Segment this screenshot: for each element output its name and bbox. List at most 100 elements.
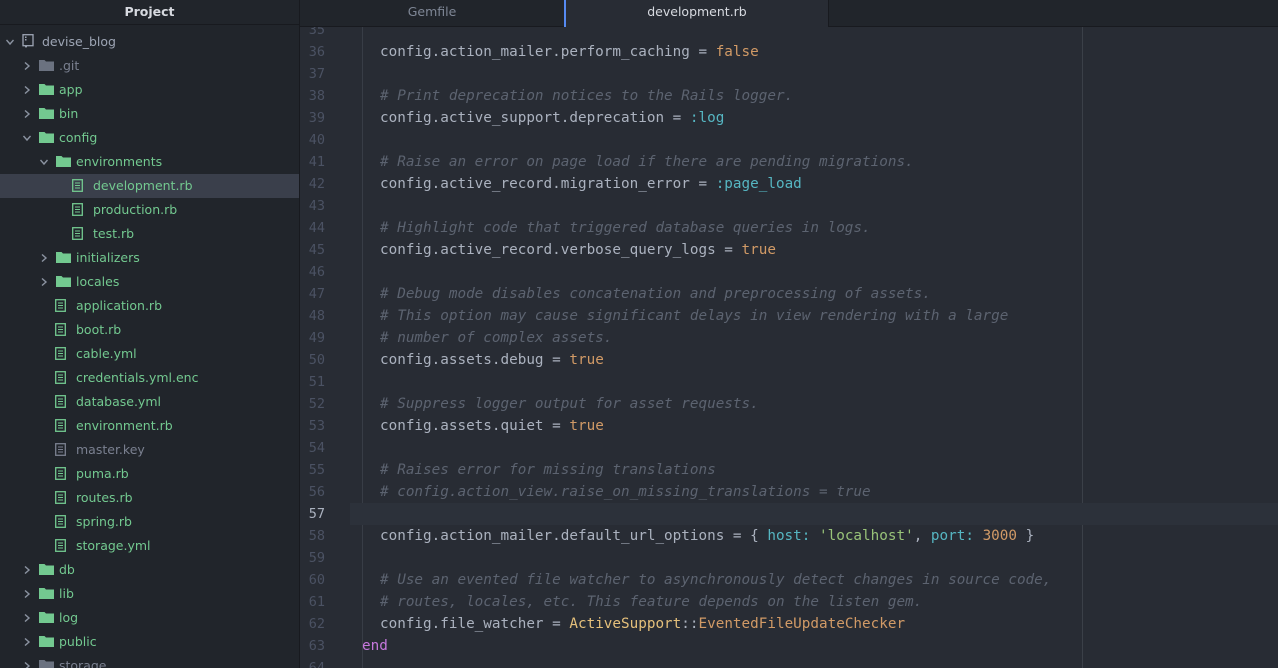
file-icon [55,438,66,462]
tree-item-label: environment.rb [76,418,173,433]
code-line[interactable]: config.active_record.migration_error = :… [380,173,802,195]
chevron-right-icon[interactable] [22,606,32,630]
tree-item-label: test.rb [93,226,135,241]
tree-file-development-rb[interactable]: development.rb [0,174,299,198]
code-line[interactable]: config.action_mailer.perform_caching = f… [380,41,759,63]
tree-file-master-key[interactable]: master.key [0,438,299,462]
tree-folder-lib[interactable]: lib [0,582,299,606]
folder-icon [39,558,54,582]
line-number: 54 [308,440,325,456]
code-line[interactable]: config.file_watcher = ActiveSupport::Eve… [380,613,905,635]
code-line[interactable]: config.action_mailer.default_url_options… [380,525,1034,547]
tree-file-test-rb[interactable]: test.rb [0,222,299,246]
chevron-right-icon[interactable] [22,78,32,102]
tree-folder-public[interactable]: public [0,630,299,654]
code-token: true [569,418,604,434]
code-token: true [741,242,776,258]
tree-file-routes-rb[interactable]: routes.rb [0,486,299,510]
tree-file-credentials-yml-enc[interactable]: credentials.yml.enc [0,366,299,390]
chevron-down-icon[interactable] [22,126,32,150]
tab-bar: Gemfile development.rb [300,0,1278,27]
code-line[interactable]: # Use an evented file watcher to asynchr… [380,569,1051,591]
tree-folder-app[interactable]: app [0,78,299,102]
line-number: 52 [308,396,325,412]
tree-folder-locales[interactable]: locales [0,270,299,294]
code-line[interactable]: # config.action_view.raise_on_missing_tr… [380,481,871,503]
tree-file-spring-rb[interactable]: spring.rb [0,510,299,534]
tab-development-rb[interactable]: development.rb [564,0,829,27]
code-line[interactable]: config.assets.quiet = true [380,415,604,437]
tree-item-label: public [59,634,97,649]
tree-file-storage-yml[interactable]: storage.yml [0,534,299,558]
file-icon [55,414,66,438]
tree-folder-log[interactable]: log [0,606,299,630]
tree-folder-bin[interactable]: bin [0,102,299,126]
tree-folder-db[interactable]: db [0,558,299,582]
code-line[interactable]: # number of complex assets. [380,327,612,349]
code-editor[interactable]: 35 36 config.action_mailer.perform_caching… [300,27,1278,668]
code-token: # config.action_view.raise_on_missing_tr… [380,484,871,500]
tab-gemfile[interactable]: Gemfile [300,0,564,26]
chevron-right-icon[interactable] [22,630,32,654]
code-token: 'localhost' [819,528,914,544]
chevron-right-icon[interactable] [22,102,32,126]
code-token: config.action_mailer.perform_caching = [380,44,716,60]
chevron-right-icon[interactable] [22,54,32,78]
tree-folder-config[interactable]: config [0,126,299,150]
chevron-down-icon[interactable] [5,30,15,54]
code-line[interactable]: # routes, locales, etc. This feature dep… [380,591,922,613]
tree-folder-initializers[interactable]: initializers [0,246,299,270]
folder-icon [39,654,54,668]
code-token: :log [689,110,725,126]
tree-file-production-rb[interactable]: production.rb [0,198,299,222]
code-line[interactable]: config.active_support.deprecation = :log [380,107,724,129]
tree-file-database-yml[interactable]: database.yml [0,390,299,414]
tree-folder-git[interactable]: .git [0,54,299,78]
tree-folder-devise-blog[interactable]: devise_blog [0,30,299,54]
code-token: # Print deprecation notices to the Rails… [380,88,794,104]
tree-file-puma-rb[interactable]: puma.rb [0,462,299,486]
tree-file-boot-rb[interactable]: boot.rb [0,318,299,342]
code-line[interactable]: config.assets.debug = true [380,349,604,371]
file-icon [55,510,66,534]
chevron-right-icon[interactable] [39,270,49,294]
line-number: 35 [308,27,325,38]
line-number: 41 [308,154,325,170]
tree-item-label: spring.rb [76,514,132,529]
tree-folder-environments[interactable]: environments [0,150,299,174]
code-line[interactable]: # This option may cause significant dela… [380,305,1008,327]
line-number: 37 [308,66,325,82]
tree-folder-storage[interactable]: storage [0,654,299,668]
line-number: 42 [308,176,325,192]
line-number: 43 [308,198,325,214]
chevron-right-icon[interactable] [39,246,49,270]
code-token: # number of complex assets. [380,330,613,346]
file-icon [55,318,66,342]
code-line[interactable]: # Debug mode disables concatenation and … [380,283,931,305]
code-token: ActiveSupport [569,616,682,632]
file-icon [72,222,83,246]
chevron-right-icon[interactable] [22,654,32,668]
chevron-down-icon[interactable] [39,150,49,174]
code-line[interactable]: config.active_record.verbose_query_logs … [380,239,776,261]
tree-file-cable-yml[interactable]: cable.yml [0,342,299,366]
code-line[interactable]: # Raises error for missing translations [380,459,716,481]
code-token: } [1017,528,1035,544]
chevron-right-icon[interactable] [22,558,32,582]
tree-item-label: development.rb [93,178,193,193]
code-line[interactable]: # Suppress logger output for asset reque… [380,393,759,415]
line-number: 49 [308,330,325,346]
folder-icon [39,582,54,606]
chevron-right-icon[interactable] [22,582,32,606]
code-token: # Suppress logger output for asset reque… [380,396,759,412]
line-number: 62 [308,616,325,632]
code-line[interactable]: # Highlight code that triggered database… [380,217,871,239]
code-line[interactable]: # Raise an error on page load if there a… [380,151,914,173]
tree-file-environment-rb[interactable]: environment.rb [0,414,299,438]
code-token: # Raise an error on page load if there a… [380,154,914,170]
tree-file-application-rb[interactable]: application.rb [0,294,299,318]
code-line[interactable]: # Print deprecation notices to the Rails… [380,85,793,107]
code-line[interactable]: end [362,635,388,657]
line-number: 55 [308,462,325,478]
